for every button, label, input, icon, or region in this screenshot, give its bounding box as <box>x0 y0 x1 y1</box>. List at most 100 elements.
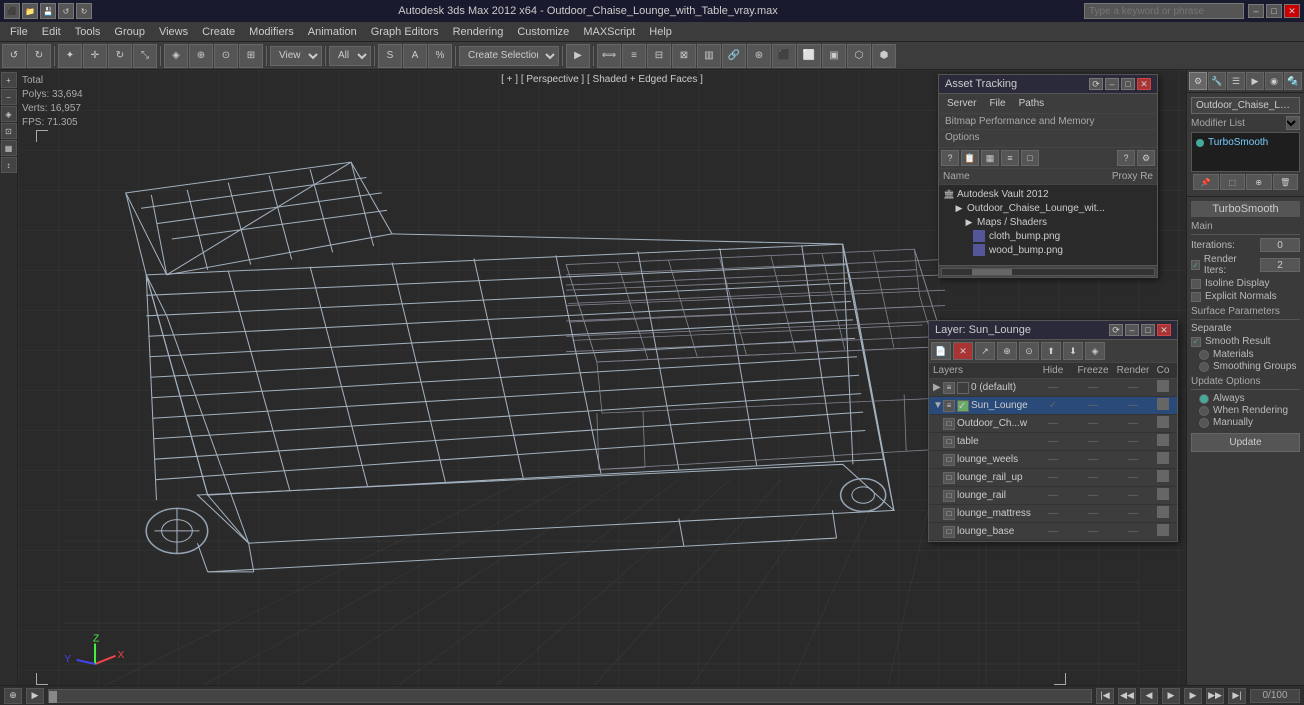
redo-button[interactable]: ↻ <box>27 44 51 68</box>
layer-row-0-default[interactable]: ▶ ≡ 0 (default) — — — <box>929 379 1177 397</box>
app-icon[interactable]: ⬛ <box>4 3 20 19</box>
layer-row-lounge-rail[interactable]: □ lounge_rail — — — <box>929 487 1177 505</box>
asset-menu-file[interactable]: File <box>983 96 1011 111</box>
time-slider[interactable] <box>48 689 1092 703</box>
close-button[interactable]: ✕ <box>1284 4 1300 18</box>
isoline-check[interactable] <box>1191 279 1201 289</box>
menu-file[interactable]: File <box>4 24 34 40</box>
when-rendering-radio-btn[interactable] <box>1199 406 1209 416</box>
all-dropdown[interactable]: All <box>329 46 371 66</box>
asset-panel-min[interactable]: – <box>1105 78 1119 90</box>
when-rendering-radio[interactable]: When Rendering <box>1199 405 1300 416</box>
ap-tb-btn7[interactable]: ⚙ <box>1137 150 1155 166</box>
tb-btn14[interactable]: ⬛ <box>772 44 796 68</box>
object-name-field[interactable]: Outdoor_Chaise_Lounge_ <box>1191 97 1300 114</box>
layer-tb-btn3[interactable]: ↗ <box>975 342 995 360</box>
bb-btn3[interactable]: |◀ <box>1096 688 1114 704</box>
menu-animation[interactable]: Animation <box>302 24 363 40</box>
remove-modifier-button[interactable]: 🗑 <box>1273 174 1299 190</box>
menu-tools[interactable]: Tools <box>69 24 107 40</box>
search-input[interactable] <box>1084 3 1244 19</box>
update-button[interactable]: Update <box>1191 433 1300 452</box>
asset-menu-server[interactable]: Server <box>941 96 982 111</box>
asset-scrollbar[interactable] <box>939 265 1157 277</box>
manually-radio[interactable]: Manually <box>1199 417 1300 428</box>
menu-modifiers[interactable]: Modifiers <box>243 24 300 40</box>
undo-icon[interactable]: ↺ <box>58 3 74 19</box>
render-iters-input[interactable] <box>1260 258 1300 272</box>
align-button[interactable]: ≡ <box>622 44 646 68</box>
rp-create-icon[interactable]: ⚙ <box>1189 72 1207 90</box>
layer-tb-new[interactable]: 📄 <box>931 342 951 360</box>
tb-named-sel[interactable]: ▶ <box>566 44 590 68</box>
layer-row-lounge-weels[interactable]: □ lounge_weels — — — <box>929 451 1177 469</box>
materials-radio[interactable]: Materials <box>1199 349 1300 360</box>
tree-item-vault[interactable]: 🏛 Autodesk Vault 2012 <box>941 187 1155 201</box>
rp-motion-icon[interactable]: ▶ <box>1246 72 1264 90</box>
menu-customize[interactable]: Customize <box>511 24 575 40</box>
always-radio[interactable]: Always <box>1199 393 1300 404</box>
ap-tb-btn5[interactable]: □ <box>1021 150 1039 166</box>
rotate-button[interactable]: ↻ <box>108 44 132 68</box>
render-iters-check[interactable] <box>1191 260 1200 270</box>
percent-snap[interactable]: % <box>428 44 452 68</box>
bb-btn4[interactable]: ◀◀ <box>1118 688 1136 704</box>
tb-btn12[interactable]: 🔗 <box>722 44 746 68</box>
tb-btn5[interactable]: ◈ <box>164 44 188 68</box>
maximize-button[interactable]: □ <box>1266 4 1282 18</box>
layer-tb-delete[interactable]: ✕ <box>953 342 973 360</box>
tb-btn8[interactable]: ⊞ <box>239 44 263 68</box>
asset-options[interactable]: Options <box>939 130 1157 148</box>
layer-row-lounge-rail-up[interactable]: □ lounge_rail_up — — — <box>929 469 1177 487</box>
bb-prev[interactable]: ◀ <box>1140 688 1158 704</box>
modifier-turbosm-item[interactable]: TurboSmooth <box>1194 135 1297 150</box>
tree-item-wood[interactable]: wood_bump.png <box>941 243 1155 257</box>
asset-panel-max[interactable]: □ <box>1121 78 1135 90</box>
ap-tb-btn3[interactable]: ▦ <box>981 150 999 166</box>
ap-tb-btn6[interactable]: ? <box>1117 150 1135 166</box>
bb-play[interactable]: ▶ <box>1162 688 1180 704</box>
bb-btn2[interactable]: ▶ <box>26 688 44 704</box>
iterations-input[interactable] <box>1260 238 1300 252</box>
ap-tb-btn4[interactable]: ≡ <box>1001 150 1019 166</box>
redo-icon[interactable]: ↻ <box>76 3 92 19</box>
view-dropdown[interactable]: View <box>270 46 322 66</box>
undo-button[interactable]: ↺ <box>2 44 26 68</box>
scale-button[interactable]: ⤡ <box>133 44 157 68</box>
explicit-normals-check[interactable] <box>1191 292 1201 302</box>
viewport[interactable]: Total Polys: 33,694 Verts: 16,957 FPS: 7… <box>18 70 1186 705</box>
asset-scroll-track[interactable] <box>941 268 1155 276</box>
layer-tb-btn7[interactable]: ⬇ <box>1063 342 1083 360</box>
bb-btn6[interactable]: ▶| <box>1228 688 1246 704</box>
layer-panel-restore[interactable]: ⟳ <box>1109 324 1123 336</box>
make-unique-button[interactable]: ⊕ <box>1246 174 1272 190</box>
snap-toggle[interactable]: S <box>378 44 402 68</box>
ls-btn3[interactable]: ◈ <box>1 106 17 122</box>
smoothing-radio[interactable]: Smoothing Groups <box>1199 361 1300 372</box>
layer-row-lounge-base[interactable]: □ lounge_base — — — <box>929 523 1177 541</box>
layer-row-table[interactable]: □ table — — — <box>929 433 1177 451</box>
app-icon3[interactable]: 💾 <box>40 3 56 19</box>
ls-btn6[interactable]: ↕ <box>1 157 17 173</box>
ls-btn1[interactable]: + <box>1 72 17 88</box>
asset-panel-close[interactable]: ✕ <box>1137 78 1151 90</box>
tb-btn16[interactable]: ▣ <box>822 44 846 68</box>
tb-btn11[interactable]: ▥ <box>697 44 721 68</box>
layer-check1[interactable]: ✓ <box>957 400 969 412</box>
manually-radio-btn[interactable] <box>1199 418 1209 428</box>
create-selection-dropdown[interactable]: Create Selection <box>459 46 559 66</box>
show-end-button[interactable]: ⬚ <box>1220 174 1246 190</box>
angle-snap[interactable]: A <box>403 44 427 68</box>
bb-next[interactable]: ▶ <box>1184 688 1202 704</box>
tb-btn13[interactable]: ⊛ <box>747 44 771 68</box>
menu-views[interactable]: Views <box>153 24 194 40</box>
layer-check0[interactable] <box>957 382 969 394</box>
layer-row-sun-lounge[interactable]: ▼ ≡ ✓ Sun_Lounge ✓ — — <box>929 397 1177 415</box>
pin-button[interactable]: 📌 <box>1193 174 1219 190</box>
layer-tb-btn5[interactable]: ⊙ <box>1019 342 1039 360</box>
menu-maxscript[interactable]: MAXScript <box>577 24 641 40</box>
modifier-list-dropdown[interactable] <box>1286 116 1300 130</box>
materials-radio-btn[interactable] <box>1199 350 1209 360</box>
smoothing-radio-btn[interactable] <box>1199 362 1209 372</box>
tb-btn9[interactable]: ⊟ <box>647 44 671 68</box>
